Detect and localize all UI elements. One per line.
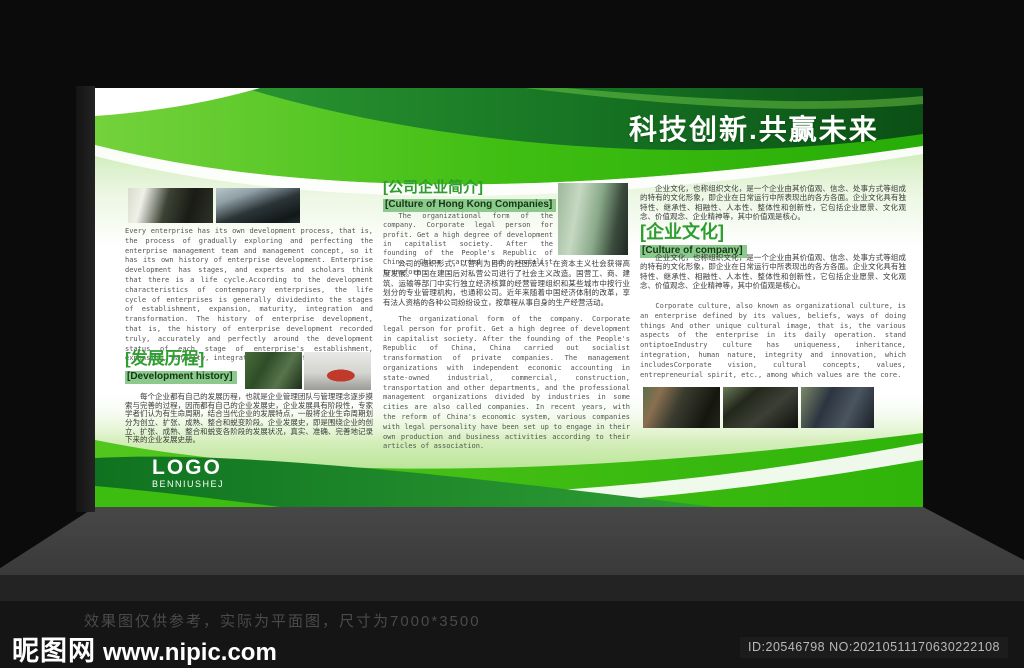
right-body-chinese-2: 企业文化，也称组织文化，是一个企业由其价值观、信念、处事方式等组成的特有的文化形… xyxy=(640,253,906,291)
site-name-logo: 昵图网 xyxy=(12,636,96,666)
red-car-garage-photo xyxy=(304,352,371,390)
site-watermark: 昵图网 www.nipic.com xyxy=(12,629,277,668)
stage-floor xyxy=(0,507,1024,575)
mockup-disclaimer: 效果图仅供参考，实际为平面图，尺寸为7000*3500 xyxy=(84,613,481,630)
right-english: Corporate culture, also known as organiz… xyxy=(640,302,906,379)
scene: 科技创新.共赢未来 LOGO BENNIUSHEJ Every enterpri… xyxy=(0,0,1024,668)
right-body-chinese-1: 企业文化，也称组织文化，是一个企业由其价值观、信念、处事方式等组成的特有的文化形… xyxy=(640,184,906,222)
heading-cn: [公司企业简介] xyxy=(383,179,483,196)
left-body-chinese: 每个企业都有自己的发展历程，也就是企业管理团队与管理理念逐步摸索与完善的过程，因… xyxy=(125,392,373,445)
middle-english-2: The organizational form of the company. … xyxy=(383,315,630,451)
dark-building-photo-2 xyxy=(723,387,798,428)
board-side-wall xyxy=(76,86,95,512)
heading-en: [Development history] xyxy=(125,371,237,384)
middle-body-chinese: 公司的组织形式，以营利为目的的社团法人，在资本主义社会获得高度发展。中国在建国后… xyxy=(383,259,630,307)
dark-building-photo-3 xyxy=(801,387,874,428)
green-bus-photo xyxy=(245,352,302,389)
office-entrance-photo xyxy=(128,188,213,223)
dark-building-photo-1 xyxy=(643,387,720,428)
development-history-heading: [发展历程] [Development history] xyxy=(125,350,237,384)
board-title: 科技创新.共赢未来 xyxy=(629,114,879,145)
left-intro-english: Every enterprise has its own development… xyxy=(125,227,373,363)
image-id-badge: ID:20546798 NO:20210511170630222108 xyxy=(740,637,1008,658)
heading-en: [Culture of Hong Kong Companies] xyxy=(383,199,557,212)
site-url: www.nipic.com xyxy=(103,639,277,666)
logo-subtext: BENNIUSHEJ xyxy=(152,479,225,489)
right-bottom-photos xyxy=(643,387,874,428)
heading-cn: [发展历程] xyxy=(125,349,205,368)
company-profile-heading: [公司企业简介] [Culture of Hong Kong Companies… xyxy=(383,179,557,212)
company-logo: LOGO BENNIUSHEJ xyxy=(152,457,224,489)
stage-front-strip xyxy=(0,575,1024,601)
modern-building-photo xyxy=(216,188,300,223)
heading-cn: [企业文化] xyxy=(640,222,724,242)
display-board: 科技创新.共赢未来 LOGO BENNIUSHEJ Every enterpri… xyxy=(95,88,923,507)
development-photos xyxy=(245,352,371,390)
glass-office-corridor-photo xyxy=(558,183,628,255)
left-top-photos xyxy=(128,188,300,223)
logo-text: LOGO xyxy=(152,456,222,479)
